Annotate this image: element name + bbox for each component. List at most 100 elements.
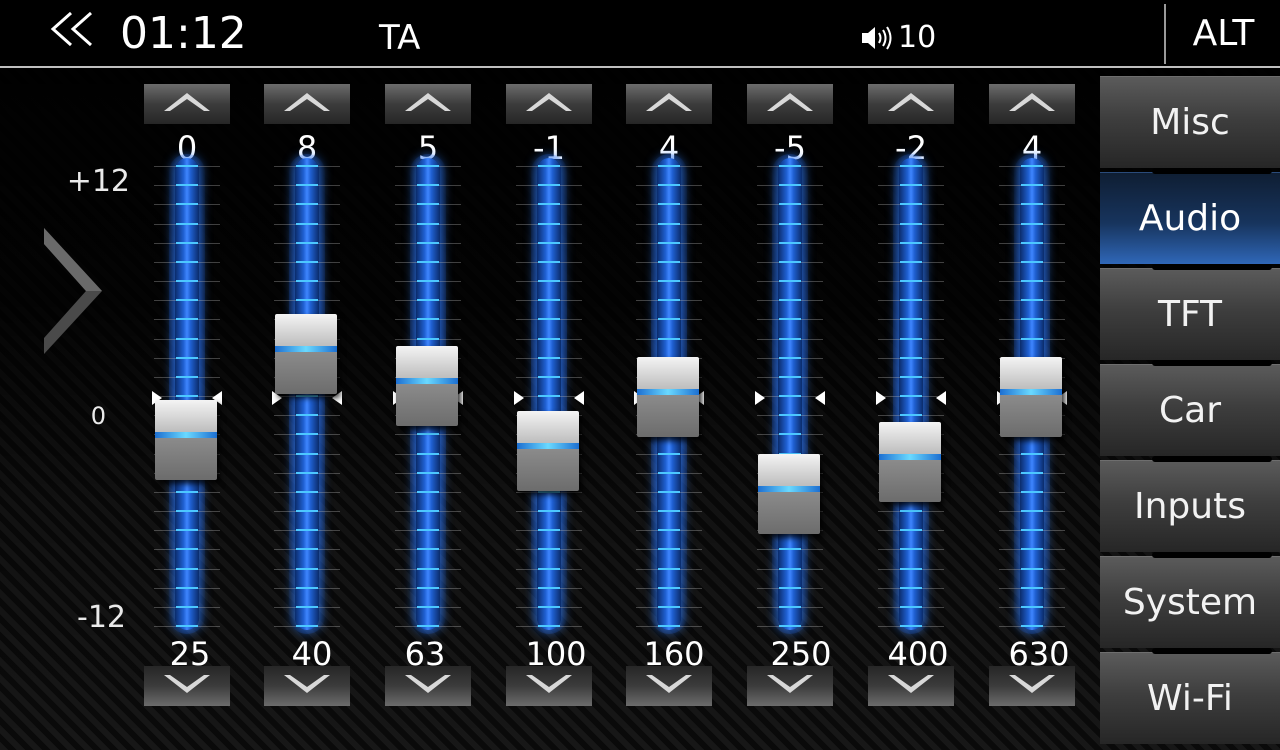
slider-tick-mark	[779, 261, 801, 263]
knob-indicator	[155, 432, 217, 438]
band-down-button[interactable]	[385, 666, 471, 706]
band-down-button[interactable]	[264, 666, 350, 706]
menu-separator	[1152, 360, 1272, 366]
menu-item-inputs[interactable]: Inputs	[1100, 460, 1280, 552]
slider-tick-mark	[417, 529, 439, 531]
chevron-right-icon[interactable]	[40, 226, 104, 356]
slider-knob[interactable]	[517, 411, 579, 491]
band-up-button[interactable]	[385, 84, 471, 124]
slider-tick-mark	[1021, 510, 1043, 512]
slider-tick-mark	[538, 338, 560, 340]
slider-tick-mark	[1021, 529, 1043, 531]
band-down-button[interactable]	[747, 666, 833, 706]
slider-knob[interactable]	[155, 400, 217, 480]
band-down-button[interactable]	[506, 666, 592, 706]
slider-tick-mark	[1021, 223, 1043, 225]
menu-item-audio[interactable]: Audio	[1100, 172, 1280, 264]
equalizer-screen: 01:12 TA 10 ALT +12 0 -12 0 25 8 40 5 63 -1 100…	[0, 0, 1280, 750]
slider-tick-mark	[538, 587, 560, 589]
slider-tick-mark	[779, 165, 801, 167]
slider-tick-mark	[296, 472, 318, 474]
slider-tick-mark	[779, 376, 801, 378]
chevron-up-icon	[524, 91, 574, 117]
slider-tick-mark	[779, 414, 801, 416]
menu-item-system[interactable]: System	[1100, 556, 1280, 648]
slider-tick-mark	[779, 280, 801, 282]
band-down-button[interactable]	[144, 666, 230, 706]
slider-tick-mark	[538, 223, 560, 225]
slider-tick-mark	[417, 338, 439, 340]
band-down-button[interactable]	[989, 666, 1075, 706]
slider-ticks	[878, 165, 944, 627]
band-up-button[interactable]	[264, 84, 350, 124]
knob-indicator	[275, 346, 337, 352]
band-up-button[interactable]	[626, 84, 712, 124]
slider-tick-mark	[1021, 184, 1043, 186]
menu-item-misc[interactable]: Misc	[1100, 76, 1280, 168]
slider-tick-mark	[176, 587, 198, 589]
slider-knob[interactable]	[879, 422, 941, 502]
slider-tick-mark	[296, 510, 318, 512]
slider-tick-mark	[538, 280, 560, 282]
chevron-down-icon	[886, 673, 936, 699]
slider-tick-mark	[1021, 280, 1043, 282]
slider-knob[interactable]	[637, 357, 699, 437]
knob-indicator	[637, 389, 699, 395]
slider-tick-mark	[900, 606, 922, 608]
slider-tick-mark	[417, 261, 439, 263]
slider-tick-mark	[296, 453, 318, 455]
slider-tick-mark	[1021, 587, 1043, 589]
slider-knob[interactable]	[396, 346, 458, 426]
slider-tick-mark	[538, 242, 560, 244]
band-down-button[interactable]	[868, 666, 954, 706]
slider-tick-mark	[176, 491, 198, 493]
slider-tick-mark	[779, 338, 801, 340]
slider-tick-mark	[658, 568, 680, 570]
slider-tick-mark	[779, 625, 801, 627]
zero-marker-right	[815, 391, 825, 405]
slider-tick-mark	[1021, 242, 1043, 244]
knob-indicator	[879, 454, 941, 460]
menu-item-tft[interactable]: TFT	[1100, 268, 1280, 360]
menu-item-wi-fi[interactable]: Wi-Fi	[1100, 652, 1280, 744]
band-up-button[interactable]	[868, 84, 954, 124]
slider-tick-mark	[296, 625, 318, 627]
slider-tick-mark	[900, 568, 922, 570]
slider-tick-mark	[658, 318, 680, 320]
slider-tick-mark	[538, 184, 560, 186]
slider-tick-mark	[176, 395, 198, 397]
slider-tick-mark	[900, 338, 922, 340]
slider-tick-mark	[176, 318, 198, 320]
slider-tick-mark	[176, 184, 198, 186]
slider-tick-mark	[658, 472, 680, 474]
chevron-up-icon	[1007, 91, 1057, 117]
slider-tick-mark	[538, 625, 560, 627]
band-down-button[interactable]	[626, 666, 712, 706]
slider-tick-mark	[779, 357, 801, 359]
slider-tick-mark	[779, 395, 801, 397]
band-up-button[interactable]	[506, 84, 592, 124]
slider-tick-mark	[538, 395, 560, 397]
slider-tick-mark	[296, 280, 318, 282]
slider-knob[interactable]	[758, 454, 820, 534]
band-up-button[interactable]	[144, 84, 230, 124]
speaker-icon	[860, 24, 894, 52]
slider-tick-mark	[900, 510, 922, 512]
slider-knob[interactable]	[1000, 357, 1062, 437]
double-chevron-left-icon	[45, 9, 101, 59]
slider-tick-mark	[1021, 261, 1043, 263]
slider-tick-mark	[1021, 568, 1043, 570]
slider-tick-mark	[417, 568, 439, 570]
chevron-down-icon	[644, 673, 694, 699]
band-up-button[interactable]	[747, 84, 833, 124]
alt-button[interactable]: ALT	[1167, 0, 1280, 66]
menu-item-car[interactable]: Car	[1100, 364, 1280, 456]
eq-band: 8 40	[262, 84, 352, 710]
slider-knob[interactable]	[275, 314, 337, 394]
band-up-button[interactable]	[989, 84, 1075, 124]
ta-indicator: TA	[379, 18, 421, 58]
slider-tick-mark	[538, 261, 560, 263]
back-button[interactable]	[40, 6, 106, 62]
slider-tick-mark	[417, 299, 439, 301]
knob-indicator	[758, 486, 820, 492]
